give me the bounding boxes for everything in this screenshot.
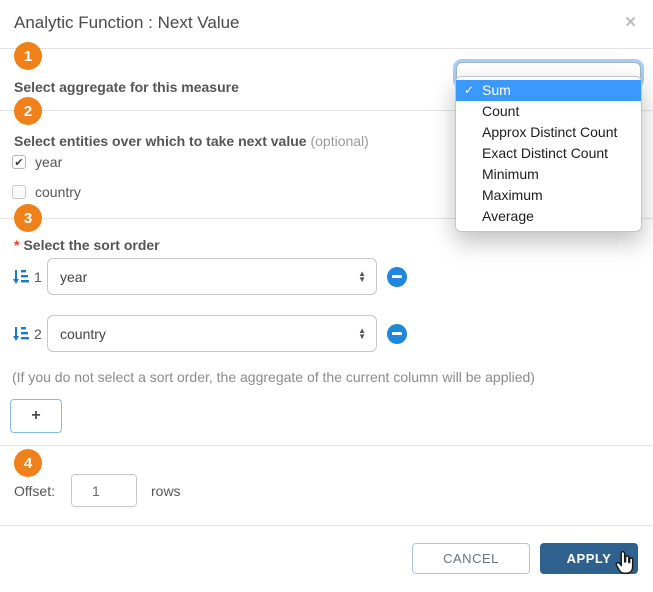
- offset-unit-label: rows: [151, 483, 181, 499]
- checkbox-label: year: [35, 154, 62, 170]
- optional-hint: (optional): [310, 133, 368, 149]
- aggregate-dropdown-menu: ✓ Sum Count Approx Distinct Count Exact …: [455, 76, 642, 232]
- divider: [0, 445, 653, 446]
- minus-icon: [392, 275, 402, 278]
- minus-icon: [392, 332, 402, 335]
- step-badge-3: 3: [14, 204, 42, 232]
- entities-label-text: Select entities over which to take next …: [14, 133, 307, 149]
- add-sort-button[interactable]: +: [10, 399, 62, 433]
- analytic-function-dialog: Analytic Function : Next Value ✕ 1 2 3 4…: [0, 0, 653, 592]
- sort-index: 1: [34, 269, 47, 285]
- dialog-title: Analytic Function : Next Value: [14, 13, 240, 33]
- menu-item-exact-distinct-count[interactable]: Exact Distinct Count: [456, 143, 641, 164]
- menu-item-sum[interactable]: ✓ Sum: [456, 80, 641, 101]
- menu-item-count[interactable]: Count: [456, 101, 641, 122]
- required-asterisk: *: [14, 237, 19, 253]
- divider: [0, 525, 653, 526]
- menu-item-maximum[interactable]: Maximum: [456, 185, 641, 206]
- sort-label-text: Select the sort order: [23, 237, 159, 253]
- checkbox-row-year[interactable]: ✔ year: [12, 154, 62, 170]
- menu-item-average[interactable]: Average: [456, 206, 641, 227]
- offset-input[interactable]: [71, 474, 137, 507]
- sort-select-value: country: [60, 326, 106, 342]
- cancel-button[interactable]: CANCEL: [412, 543, 530, 574]
- sort-select-2[interactable]: country ▲▼: [47, 315, 377, 352]
- sort-row-1: 1 year ▲▼: [12, 258, 407, 295]
- checkbox-row-country[interactable]: country: [12, 184, 81, 200]
- check-glyph: ✔: [14, 156, 23, 169]
- checkbox-label: country: [35, 184, 81, 200]
- menu-item-minimum[interactable]: Minimum: [456, 164, 641, 185]
- aggregate-section-label: Select aggregate for this measure: [14, 79, 239, 95]
- sort-row-2: 2 country ▲▼: [12, 315, 407, 352]
- sort-select-1[interactable]: year ▲▼: [47, 258, 377, 295]
- remove-sort-button[interactable]: [387, 267, 407, 287]
- cursor-hand-icon: [612, 551, 638, 577]
- sort-order-note: (If you do not select a sort order, the …: [12, 369, 535, 385]
- step-badge-1: 1: [14, 42, 42, 70]
- checkbox-checked-icon[interactable]: ✔: [12, 155, 26, 169]
- divider: [0, 48, 653, 49]
- sort-index: 2: [34, 326, 47, 342]
- sort-select-value: year: [60, 269, 87, 285]
- sort-section-label: *Select the sort order: [14, 237, 160, 253]
- step-badge-4: 4: [14, 449, 42, 477]
- sort-amount-icon: [12, 268, 29, 285]
- checkbox-unchecked-icon[interactable]: [12, 185, 26, 199]
- stepper-arrows-icon: ▲▼: [358, 271, 366, 283]
- entities-section-label: Select entities over which to take next …: [14, 133, 369, 149]
- menu-item-approx-distinct-count[interactable]: Approx Distinct Count: [456, 122, 641, 143]
- remove-sort-button[interactable]: [387, 324, 407, 344]
- sort-amount-icon: [12, 325, 29, 342]
- checkmark-icon: ✓: [464, 80, 474, 101]
- close-icon[interactable]: ✕: [624, 13, 637, 31]
- stepper-arrows-icon: ▲▼: [358, 328, 366, 340]
- offset-label: Offset:: [14, 483, 55, 499]
- step-badge-2: 2: [14, 97, 42, 125]
